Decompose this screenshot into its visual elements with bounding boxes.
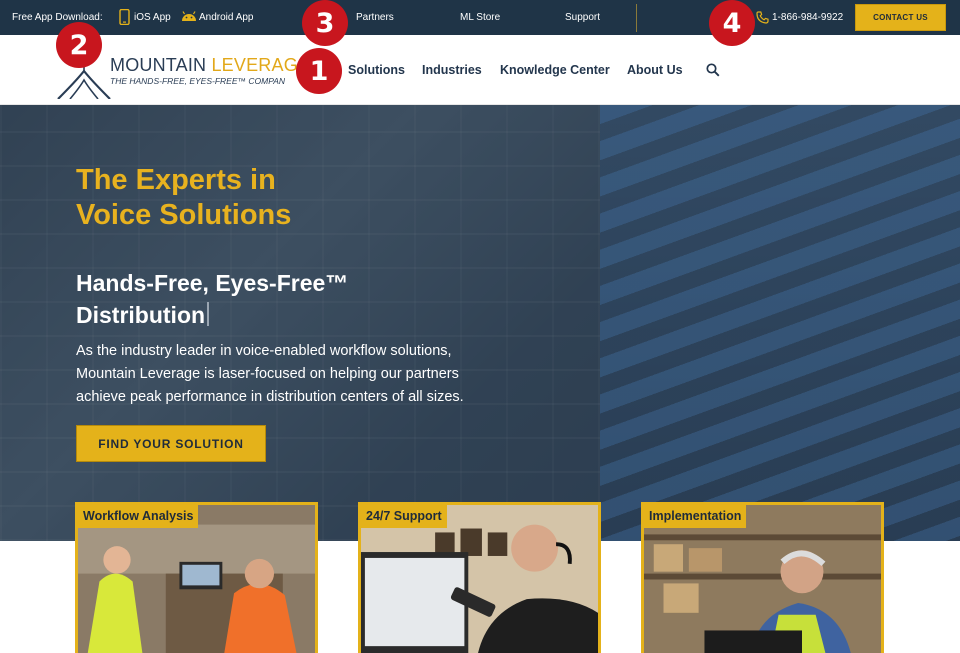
typing-cursor <box>207 302 210 326</box>
topbar-divider <box>636 4 637 32</box>
card-label-support: 24/7 Support <box>361 505 447 528</box>
hero-section: The Experts in Voice Solutions Hands-Fre… <box>0 105 960 541</box>
badge-1: 1 <box>296 48 342 94</box>
card-label-workflow-analysis: Workflow Analysis <box>78 505 199 528</box>
top-utility-bar: Free App Download: iOS App Android App P… <box>0 0 960 35</box>
hero-subtitle: Hands-Free, Eyes-Free™ Distribution <box>76 267 348 331</box>
card-workflow-analysis[interactable]: Workflow Analysis <box>75 502 318 653</box>
card-label-implementation: Implementation <box>644 505 747 528</box>
android-icon <box>182 11 196 21</box>
topbar-link-partners[interactable]: Partners <box>356 12 394 23</box>
contact-us-button[interactable]: CONTACT US <box>855 4 946 31</box>
logo-wordmark-part1: MOUNTAIN <box>110 55 212 75</box>
phone-icon <box>756 11 769 24</box>
hero-description-line1: As the industry leader in voice-enabled … <box>76 343 452 359</box>
app-download-label: Free App Download: <box>12 12 103 23</box>
hero-title-line2: Voice Solutions <box>76 199 292 231</box>
hero-title-line1: The Experts in <box>76 164 276 196</box>
hero-description: As the industry leader in voice-enabled … <box>76 340 496 409</box>
hero-description-line2: Mountain Leverage is laser-focused on he… <box>76 366 459 382</box>
logo-wordmark: MOUNTAIN LEVERAG <box>110 55 298 76</box>
phone-device-icon <box>119 9 130 25</box>
card-implementation[interactable]: Implementation <box>641 502 884 653</box>
topbar-link-support[interactable]: Support <box>565 12 600 23</box>
hero-title: The Experts in Voice Solutions <box>76 163 291 233</box>
badge-4: 4 <box>709 0 755 46</box>
topbar-link-ml-store[interactable]: ML Store <box>460 12 500 23</box>
phone-number-link[interactable]: 1-866-984-9922 <box>772 12 843 23</box>
search-icon[interactable] <box>706 63 720 77</box>
find-your-solution-button[interactable]: FIND YOUR SOLUTION <box>76 425 266 462</box>
card-support[interactable]: 24/7 Support <box>358 502 601 653</box>
hero-description-line3: achieve peak performance in distribution… <box>76 389 464 405</box>
ios-app-link[interactable]: iOS App <box>134 12 171 23</box>
logo-tagline: THE HANDS-FREE, EYES-FREE™ COMPAN <box>110 76 286 86</box>
android-app-link[interactable]: Android App <box>199 12 254 23</box>
logo-wordmark-part2: LEVERAG <box>211 55 298 75</box>
nav-knowledge-center[interactable]: Knowledge Center <box>500 63 610 77</box>
nav-about-us[interactable]: About Us <box>627 63 683 77</box>
hero-subtitle-line2: Distribution <box>76 302 206 328</box>
badge-3: 3 <box>302 0 348 46</box>
nav-solutions[interactable]: Solutions <box>348 63 405 77</box>
nav-industries[interactable]: Industries <box>422 63 482 77</box>
main-navigation: MOUNTAIN LEVERAG THE HANDS-FREE, EYES-FR… <box>0 35 960 105</box>
badge-2: 2 <box>56 22 102 68</box>
hero-subtitle-line1: Hands-Free, Eyes-Free™ <box>76 270 349 296</box>
